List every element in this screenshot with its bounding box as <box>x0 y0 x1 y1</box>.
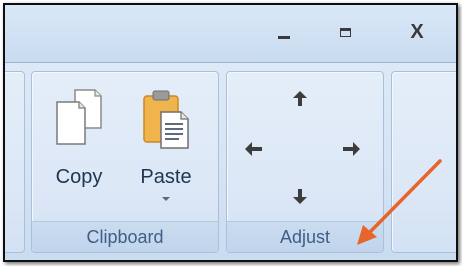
close-icon: X <box>410 21 424 43</box>
minimize-button[interactable] <box>264 15 304 49</box>
ribbon: Copy Paste Clipboard Adjust <box>5 63 456 260</box>
ribbon-empty-area <box>391 71 456 253</box>
minimize-icon <box>278 35 290 39</box>
close-button[interactable]: X <box>397 15 437 49</box>
application-window: X Copy Paste Clipboard Adjust <box>3 3 458 262</box>
arrow-up-button[interactable] <box>289 88 311 110</box>
copy-icon <box>55 88 103 153</box>
arrow-down-icon <box>293 189 307 204</box>
title-bar: X <box>5 5 456 62</box>
ribbon-group-previous <box>5 71 25 253</box>
ribbon-group-adjust: Adjust <box>226 71 384 253</box>
maximize-icon <box>339 27 351 37</box>
group-label-clipboard: Clipboard <box>32 221 218 252</box>
arrow-right-icon <box>343 142 360 156</box>
arrow-left-button[interactable] <box>243 138 265 160</box>
arrow-down-button[interactable] <box>289 185 311 207</box>
copy-label: Copy <box>55 166 103 188</box>
paste-icon <box>141 88 191 155</box>
arrow-up-icon <box>293 91 307 106</box>
arrow-left-icon <box>245 142 262 156</box>
paste-button[interactable]: Paste <box>129 84 203 214</box>
copy-button[interactable]: Copy <box>46 84 112 214</box>
paste-label: Paste <box>140 166 192 188</box>
ribbon-group-clipboard: Copy Paste Clipboard <box>31 71 219 253</box>
group-label-adjust: Adjust <box>227 221 383 252</box>
maximize-button[interactable] <box>325 15 365 49</box>
arrow-right-button[interactable] <box>340 138 362 160</box>
chevron-down-icon[interactable] <box>162 197 170 201</box>
